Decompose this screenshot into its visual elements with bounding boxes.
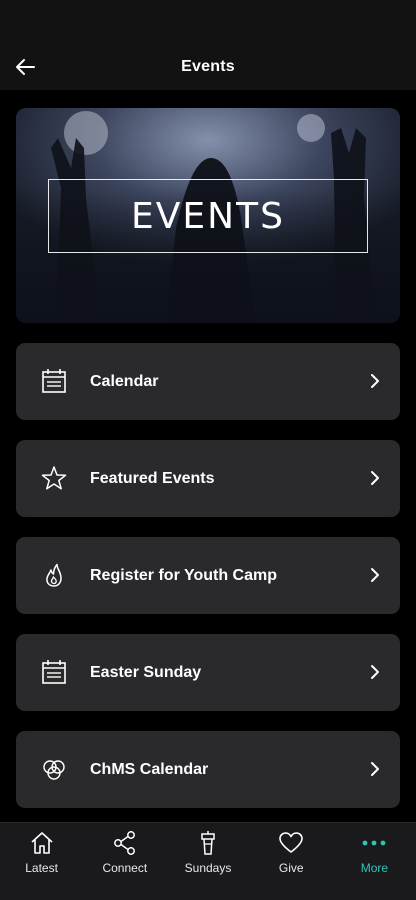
star-icon [41,466,67,490]
header-bar: Events [0,0,416,90]
tab-latest[interactable]: Latest [0,823,83,900]
events-banner[interactable]: EVENTS [16,108,400,323]
chevron-right-icon [371,374,379,388]
menu-item-calendar[interactable]: Calendar [16,343,400,420]
tab-label: Connect [102,861,148,875]
menu-item-featured-events[interactable]: Featured Events [16,440,400,517]
podium-icon [201,831,215,855]
bottom-tab-bar: Latest Connect Sundays Give More [0,822,416,900]
menu-item-label: ChMS Calendar [90,761,209,778]
menu-item-chms-calendar[interactable]: ChMS Calendar [16,731,400,808]
tab-label: Give [278,861,304,875]
tab-label: Latest [25,861,58,875]
tab-connect[interactable]: Connect [83,823,166,900]
tab-more[interactable]: More [333,823,416,900]
menu-item-label: Calendar [90,373,159,390]
more-dots-icon [363,840,386,846]
tab-sundays[interactable]: Sundays [166,823,249,900]
events-menu: Calendar Featured Events Register for Yo… [16,343,400,828]
menu-item-register-youth-camp[interactable]: Register for Youth Camp [16,537,400,614]
chevron-right-icon [371,665,379,679]
home-icon [31,832,53,854]
heart-icon [279,832,304,853]
menu-item-label: Easter Sunday [90,664,202,681]
menu-item-easter-sunday[interactable]: Easter Sunday [16,634,400,711]
page-title: Events [181,58,235,75]
banner-title: EVENTS [131,195,285,237]
tab-label: Sundays [184,861,232,875]
banner-frame: EVENTS [48,179,368,253]
menu-item-label: Featured Events [90,470,215,487]
calendar-icon [42,369,66,393]
tab-label: More [360,861,389,875]
tab-give[interactable]: Give [250,823,333,900]
chevron-right-icon [371,471,379,485]
share-icon [113,831,135,855]
menu-item-label: Register for Youth Camp [90,567,277,584]
calendar-icon [42,660,66,684]
chevron-right-icon [371,762,379,776]
flame-icon [46,563,62,587]
circles-icon [43,760,65,780]
chevron-right-icon [371,568,379,582]
